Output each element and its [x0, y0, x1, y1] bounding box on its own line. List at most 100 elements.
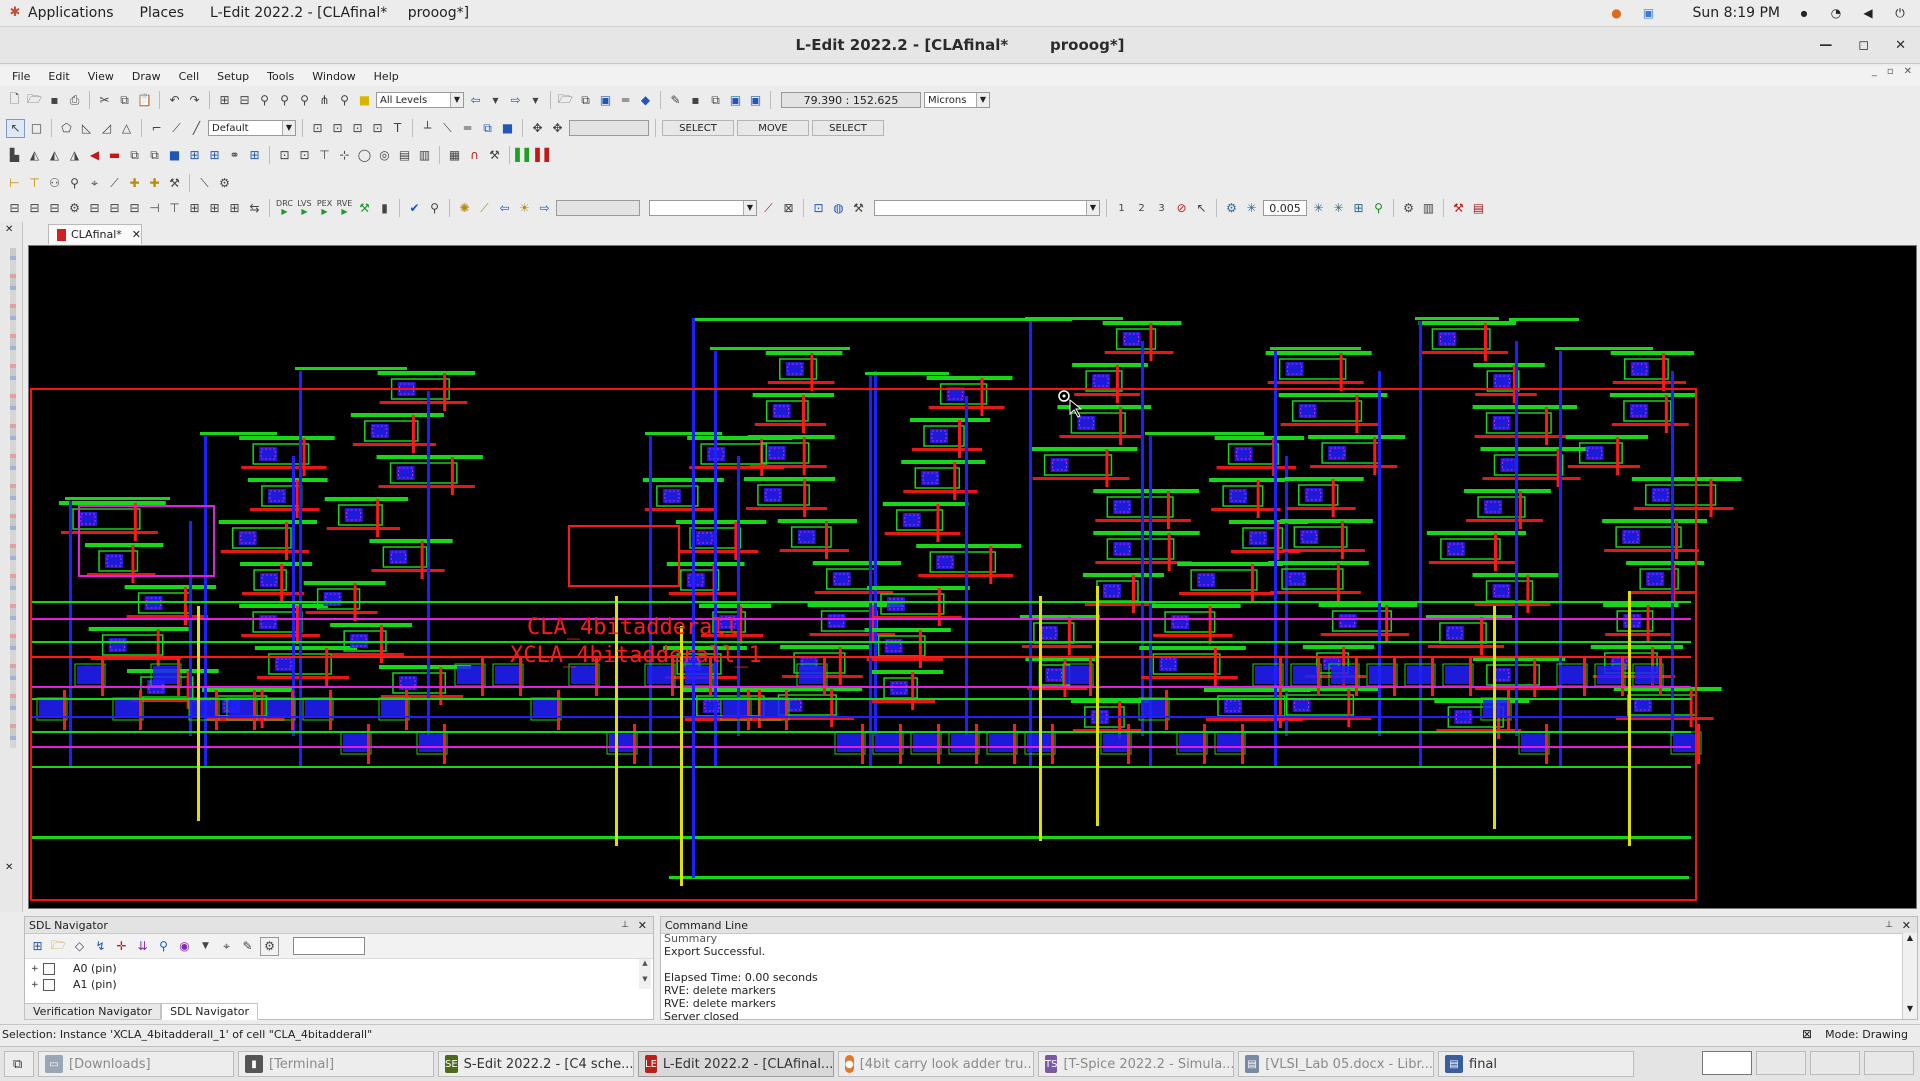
open-folder-icon[interactable]: 🗁	[26, 92, 43, 109]
checkmark-tool-icon[interactable]: ⊠	[780, 200, 797, 217]
pin-icon[interactable]: ⊥	[621, 920, 629, 930]
torus-icon[interactable]: ◎	[376, 147, 393, 164]
maximize-icon[interactable]: ◻	[1858, 38, 1869, 53]
layout-vs-schematic-icon[interactable]: ▤	[1470, 200, 1487, 217]
wrench-icon[interactable]: ⚒	[486, 147, 503, 164]
hierarchy-icon[interactable]: ⋔	[316, 92, 333, 109]
globe-icon[interactable]: ◍	[830, 200, 847, 217]
grid-icon[interactable]: ⊞	[186, 200, 203, 217]
terminal-tool-icon[interactable]: ▮	[376, 200, 393, 217]
search-net-icon[interactable]: ⚲	[66, 175, 83, 192]
align-icon[interactable]: ═	[459, 120, 476, 137]
document-tab[interactable]: CLAfinal* ✕	[48, 224, 142, 244]
cut-box-icon[interactable]: ⊡	[296, 147, 313, 164]
node-icon[interactable]: ✚	[146, 175, 163, 192]
cell-copy-icon[interactable]: ⧉	[707, 92, 724, 109]
clear-highlight-icon[interactable]: ⟋	[476, 200, 493, 217]
workspace-2[interactable]	[1756, 1051, 1806, 1075]
ungroup-icon[interactable]: ⊟	[236, 92, 253, 109]
menu-view[interactable]: View	[88, 70, 114, 83]
forward-arrow-icon[interactable]: ⇨	[507, 92, 524, 109]
statistics-icon[interactable]: ▥	[1420, 200, 1437, 217]
route-icon[interactable]: ↯	[92, 938, 109, 955]
print-icon[interactable]: ⎙	[66, 92, 83, 109]
dock-close-icon[interactable]: ✕	[5, 224, 13, 235]
applications-menu[interactable]: Applications	[28, 5, 114, 21]
active-window-menu[interactable]: L-Edit 2022.2 - [CLAfinal* prooog*]	[210, 5, 469, 21]
tree-item[interactable]: + A1 (pin)	[31, 977, 653, 993]
menu-window[interactable]: Window	[312, 70, 355, 83]
binoculars-icon[interactable]: ⚇	[46, 175, 63, 192]
lvs-icon[interactable]: LVS ▶	[296, 200, 313, 217]
command-scrollbar[interactable]: ▲ ▼	[1902, 933, 1917, 1019]
layer-toggle-icon[interactable]: ▌▌	[515, 147, 533, 164]
rve-icon[interactable]: RVE ▶	[336, 200, 353, 217]
text-layer-icon[interactable]: ▤	[396, 147, 413, 164]
places-menu[interactable]: Places	[140, 5, 185, 21]
node-icon[interactable]: ◇	[71, 938, 88, 955]
taskbar-item-tspice[interactable]: TS [T-Spice 2022.2 - Simula...	[1038, 1051, 1234, 1077]
save-icon[interactable]: ▪	[46, 92, 63, 109]
tab-verification-navigator[interactable]: Verification Navigator	[24, 1003, 162, 1020]
snap-to-vertex-icon[interactable]: ✳	[1330, 200, 1347, 217]
zoom-icon[interactable]: ⚲	[336, 92, 353, 109]
close-icon[interactable]: ✕	[1902, 919, 1911, 932]
distribute-h-icon[interactable]: ⊟	[6, 200, 23, 217]
highlight-icon[interactable]: ✺	[456, 200, 473, 217]
calibre-icon[interactable]: ⚒	[356, 200, 373, 217]
taskbar-item-final[interactable]: ▤ final	[1438, 1051, 1634, 1077]
wire-45-icon[interactable]: ⟋	[168, 120, 185, 137]
wifi-icon[interactable]: ◔	[1828, 5, 1844, 21]
close-icon[interactable]: ✕	[638, 919, 647, 932]
cut-polygon-icon[interactable]: ⊡	[276, 147, 293, 164]
layout-drawing[interactable]: CLA_4bitadderall XCLA_4bitadderall_1	[29, 246, 1917, 909]
redo-icon[interactable]: ↷	[186, 92, 203, 109]
layer-hide-icon[interactable]: ▌▌	[535, 147, 553, 164]
wire-any-icon[interactable]: ╱	[188, 120, 205, 137]
add-point-icon[interactable]: ⊤	[316, 147, 333, 164]
location-pin-icon[interactable]: ⚲	[1370, 200, 1387, 217]
tool-parameter-field[interactable]	[569, 120, 649, 136]
find-next-icon[interactable]: ⚲	[276, 92, 293, 109]
mdi-close-icon[interactable]: ✕	[1904, 66, 1912, 77]
nibble-icon[interactable]: ◭	[46, 147, 63, 164]
cell-view-icon[interactable]: ▣	[727, 92, 744, 109]
next-marker-icon[interactable]: ⇨	[536, 200, 553, 217]
menu-setup[interactable]: Setup	[217, 70, 249, 83]
library-icon[interactable]: ▣	[597, 92, 614, 109]
tree-checkbox[interactable]	[43, 963, 55, 975]
magnet-icon[interactable]: ∩	[466, 147, 483, 164]
check-icon[interactable]: ✔	[406, 200, 423, 217]
copy-icon[interactable]: ⧉	[116, 92, 133, 109]
snap-grid-icon[interactable]: ✳	[1243, 200, 1260, 217]
command-combo[interactable]: ▼	[874, 200, 1100, 216]
menu-help[interactable]: Help	[374, 70, 399, 83]
box-tool-icon[interactable]: □	[28, 120, 45, 137]
command-output[interactable]: Summary Export Successful. Elapsed Time:…	[661, 934, 1917, 1022]
tag-icon[interactable]: ⌖	[86, 175, 103, 192]
new-file-icon[interactable]: 🗋	[6, 92, 23, 109]
grid-value-field[interactable]: 0.005	[1263, 200, 1307, 216]
workspace-3[interactable]	[1810, 1051, 1860, 1075]
workspace-1[interactable]	[1702, 1051, 1752, 1075]
prev-marker-icon[interactable]: ⇦	[496, 200, 513, 217]
tree-view-icon[interactable]: ⊞	[29, 938, 46, 955]
taskbar-item-terminal[interactable]: ▮ [Terminal]	[238, 1051, 434, 1077]
node-highlight-icon[interactable]: ✥	[549, 120, 566, 137]
firefox-tray-icon[interactable]: ●	[1609, 5, 1625, 21]
duplicate-icon[interactable]: ⧉	[126, 147, 143, 164]
mouse-mode-select-button[interactable]: SELECT	[662, 120, 734, 136]
tab-sdl-navigator[interactable]: SDL Navigator	[161, 1003, 259, 1020]
show-desktop-button[interactable]: ⧉	[4, 1051, 34, 1077]
spacing-alt-icon[interactable]: ⊟	[126, 200, 143, 217]
menu-cell[interactable]: Cell	[179, 70, 200, 83]
paste-icon[interactable]: 📋	[136, 92, 153, 109]
spacing-icon[interactable]: ⊟	[86, 200, 103, 217]
measure-icon[interactable]: ┴	[419, 120, 436, 137]
window-icon[interactable]: ⊡	[810, 200, 827, 217]
step-1-icon[interactable]: 1	[1113, 200, 1130, 217]
forward-dropdown-icon[interactable]: ▼	[527, 92, 544, 109]
mouse-mode-move-button[interactable]: MOVE	[737, 120, 809, 136]
pen-icon[interactable]: ⟍	[196, 175, 213, 192]
snap-icon[interactable]: ⟍	[439, 120, 456, 137]
